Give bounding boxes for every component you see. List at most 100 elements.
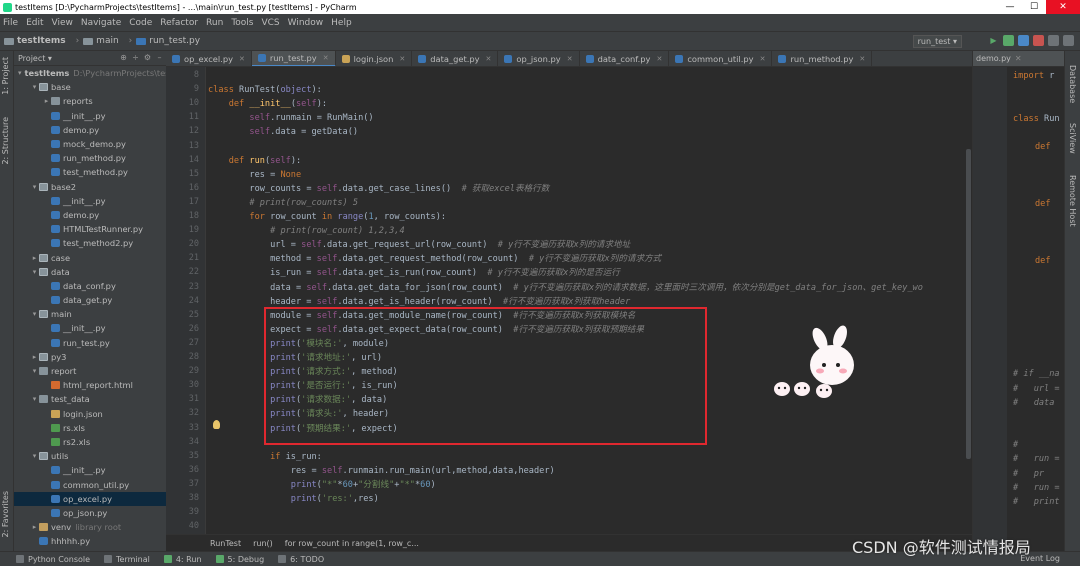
code-line[interactable]: data = self.data.get_data_for_json(row_c… <box>208 281 923 295</box>
debug-tool-button[interactable]: 5: Debug <box>215 555 264 564</box>
expand-arrow-icon[interactable]: ▸ <box>30 254 39 262</box>
close-tab-icon[interactable]: ✕ <box>567 55 573 63</box>
tab-demo-py[interactable]: demo.py ✕ <box>973 51 1064 67</box>
menu-refactor[interactable]: Refactor <box>160 18 198 28</box>
tree-item[interactable]: ▾ data <box>14 265 166 279</box>
tree-item[interactable]: common_util.py <box>14 477 166 491</box>
code-line[interactable]: self.runmain = RunMain() <box>208 111 373 125</box>
hide-icon[interactable]: – <box>155 53 164 62</box>
stop-icon[interactable] <box>1033 35 1044 46</box>
tree-item[interactable]: demo.py <box>14 208 166 222</box>
structure-tool-tab[interactable]: 2: Structure <box>1 117 10 165</box>
code-line[interactable]: # print(row_counts) 5 <box>208 196 358 210</box>
close-button[interactable]: ✕ <box>1046 0 1080 14</box>
expand-arrow-icon[interactable]: ▾ <box>30 367 39 375</box>
project-view-select[interactable]: Project ▾ <box>18 54 52 63</box>
editor-tab[interactable]: login.json ✕ <box>336 51 413 66</box>
split-code-line[interactable]: def <box>1035 142 1051 152</box>
tree-item[interactable]: data_get.py <box>14 293 166 307</box>
split-code-line[interactable]: # pr <box>1013 469 1044 479</box>
close-tab-icon[interactable]: ✕ <box>760 55 766 63</box>
close-tab-icon[interactable]: ✕ <box>323 54 329 62</box>
code-line[interactable]: def run(self): <box>208 154 301 168</box>
split-code-line[interactable]: def <box>1035 256 1051 266</box>
expand-arrow-icon[interactable]: ▾ <box>30 452 39 460</box>
terminal-button[interactable]: Terminal <box>104 555 150 564</box>
menu-run[interactable]: Run <box>206 18 223 28</box>
maximize-button[interactable]: ☐ <box>1022 0 1046 14</box>
menu-edit[interactable]: Edit <box>26 18 43 28</box>
menu-window[interactable]: Window <box>288 18 324 28</box>
tree-item[interactable]: __init__.py <box>14 194 166 208</box>
crumb-loop[interactable]: for row_count in range(1, row_c... <box>285 539 419 548</box>
collapse-icon[interactable]: ÷ <box>131 53 140 62</box>
tree-item[interactable]: ▾ base2 <box>14 180 166 194</box>
expand-arrow-icon[interactable]: ▾ <box>30 268 39 276</box>
python-console-button[interactable]: Python Console <box>16 555 90 564</box>
tree-item[interactable]: login.json <box>14 407 166 421</box>
run-tool-button[interactable]: 4: Run <box>163 555 202 564</box>
menu-tools[interactable]: Tools <box>231 18 253 28</box>
vcs-icon[interactable] <box>1048 35 1059 46</box>
split-code-line[interactable]: # run = <box>1013 454 1060 464</box>
expand-arrow-icon[interactable]: ▸ <box>42 97 51 105</box>
close-tab-icon[interactable]: ✕ <box>399 55 405 63</box>
tree-item[interactable]: HTMLTestRunner.py <box>14 222 166 236</box>
expand-arrow-icon[interactable]: ▾ <box>30 310 39 318</box>
split-code-line[interactable]: class Run <box>1013 114 1060 124</box>
editor-scrollbar[interactable] <box>966 149 971 459</box>
database-tool-tab[interactable]: Database <box>1068 65 1077 103</box>
code-line[interactable]: if is_run: <box>208 450 322 464</box>
close-tab-icon[interactable]: ✕ <box>239 55 245 63</box>
split-code-line[interactable]: # if __na <box>1013 369 1060 379</box>
tree-item[interactable]: hhhhh.py <box>14 534 166 548</box>
tree-item[interactable]: op_excel.py <box>14 491 166 506</box>
expand-arrow-icon[interactable]: ▸ <box>30 523 39 531</box>
tree-item[interactable]: run_method.py <box>14 151 166 165</box>
code-line[interactable]: print('res:',res) <box>208 492 379 506</box>
editor-tab[interactable]: op_json.py ✕ <box>498 51 580 66</box>
split-code-line[interactable]: # <box>1013 440 1018 450</box>
search-icon[interactable] <box>1063 35 1074 46</box>
split-code-line[interactable]: # run = <box>1013 483 1060 493</box>
split-code-line[interactable]: import r <box>1013 71 1054 81</box>
tree-item[interactable]: rs.xls <box>14 421 166 435</box>
code-line[interactable]: for row_count in range(1, row_counts): <box>208 210 446 224</box>
tree-item[interactable]: demo.py <box>14 123 166 137</box>
code-line[interactable]: res = self.runmain.run_main(url,method,d… <box>208 464 555 478</box>
crumb-class[interactable]: RunTest <box>210 539 241 548</box>
tree-item[interactable]: html_report.html <box>14 378 166 392</box>
code-line[interactable]: class RunTest(object): <box>208 83 322 97</box>
menu-file[interactable]: File <box>3 18 18 28</box>
todo-tool-button[interactable]: 6: TODO <box>278 555 324 564</box>
editor-tab[interactable]: common_util.py ✕ <box>669 51 773 66</box>
menu-code[interactable]: Code <box>129 18 152 28</box>
expand-arrow-icon[interactable]: ▾ <box>30 395 39 403</box>
tree-item[interactable]: ▾ report <box>14 364 166 378</box>
minimize-button[interactable]: — <box>998 0 1022 14</box>
lightbulb-icon[interactable] <box>213 420 220 429</box>
close-tab-icon[interactable]: ✕ <box>859 55 865 63</box>
tree-item[interactable]: ▸ case <box>14 250 166 264</box>
editor-tab[interactable]: run_test.py ✕ <box>251 51 336 66</box>
tree-item[interactable]: run_test.py <box>14 336 166 350</box>
tree-item[interactable]: ▾ base <box>14 80 166 94</box>
tree-item[interactable]: ▸ py3 <box>14 350 166 364</box>
favorites-tool-tab[interactable]: 2: Favorites <box>1 491 10 537</box>
tree-item[interactable]: op_json.py <box>14 506 166 520</box>
tree-item[interactable]: data_conf.py <box>14 279 166 293</box>
tree-item[interactable]: __init__.py <box>14 321 166 335</box>
close-tab-icon[interactable]: ✕ <box>1015 54 1022 63</box>
run-icon[interactable]: ▶ <box>988 35 999 46</box>
code-line[interactable]: self.data = getData() <box>208 125 358 139</box>
close-tab-icon[interactable]: ✕ <box>486 55 492 63</box>
split-code-line[interactable]: def <box>1035 199 1051 209</box>
tree-item[interactable]: __init__.py <box>14 109 166 123</box>
editor-tab[interactable]: op_excel.py ✕ <box>166 51 252 66</box>
editor-tab[interactable]: run_method.py ✕ <box>772 51 873 66</box>
split-code-line[interactable]: # url = <box>1013 384 1060 394</box>
code-line[interactable]: res = None <box>208 168 301 182</box>
tree-item[interactable]: ▾ utils <box>14 449 166 463</box>
menu-navigate[interactable]: Navigate <box>81 18 121 28</box>
tree-item[interactable]: ▸ venv library root <box>14 520 166 534</box>
